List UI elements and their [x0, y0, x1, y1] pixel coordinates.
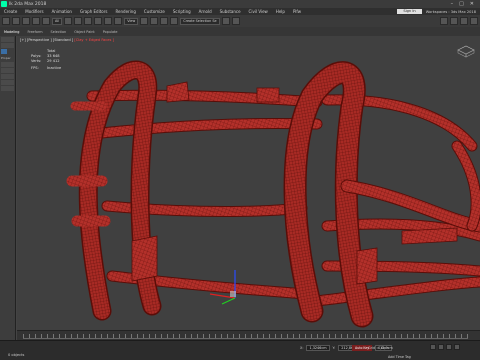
undo-icon[interactable] — [2, 17, 10, 25]
panel-label: Proper — [1, 56, 11, 60]
render-setup-icon[interactable] — [450, 17, 458, 25]
panel-list-row[interactable] — [1, 68, 14, 73]
bind-space-warp-icon[interactable] — [42, 17, 50, 25]
menu-item-rendering[interactable]: Rendering — [111, 9, 139, 14]
viewcube-icon[interactable] — [456, 44, 476, 58]
unlink-icon[interactable] — [32, 17, 40, 25]
region-select-icon[interactable] — [84, 17, 93, 25]
playback-controls — [430, 344, 460, 350]
selection-filter-dropdown[interactable]: All — [52, 17, 63, 25]
menu-item-customize[interactable]: Customize — [140, 9, 169, 14]
go-to-end-icon[interactable] — [454, 344, 460, 350]
align-icon[interactable] — [231, 17, 240, 25]
window-controls: – □ ✕ — [451, 1, 480, 7]
menu-item-create[interactable]: Create — [0, 9, 21, 14]
fps-value: Inactive — [47, 65, 62, 70]
perspective-viewport[interactable]: [+] [Perspective ] [Standard ] [Clay + E… — [17, 36, 480, 330]
viewport-statistics: Total Polys: 33 648 Verts: 29 412 FPS: Inac… — [31, 49, 61, 71]
verts-value: 29 412 — [47, 59, 60, 64]
link-icon[interactable] — [22, 17, 30, 25]
snap-icon[interactable] — [150, 17, 159, 25]
tab-selection[interactable]: Selection — [47, 30, 71, 34]
panel-active-item[interactable] — [1, 49, 7, 54]
fps-label: FPS: — [31, 65, 39, 70]
x-coord-field[interactable]: 1,3246cm — [306, 345, 330, 351]
workspaces-dropdown[interactable]: Workspaces : 3ds Max 2018 — [426, 10, 476, 14]
menu-item-pifw[interactable]: Pifw — [289, 9, 305, 14]
panel-tool-row[interactable] — [1, 43, 14, 48]
render-icon[interactable] — [470, 17, 478, 25]
minimize-icon[interactable]: – — [451, 1, 454, 7]
menu-item-animation[interactable]: Animation — [48, 9, 76, 14]
menu-item-substance[interactable]: Substance — [216, 9, 245, 14]
close-icon[interactable]: ✕ — [470, 1, 474, 7]
verts-label: Verts: — [31, 59, 42, 64]
next-frame-icon[interactable] — [446, 344, 452, 350]
redo-icon[interactable] — [12, 17, 20, 25]
timeline-ticks[interactable] — [23, 334, 468, 339]
main-toolbar: All View Create Selection Se — [0, 15, 480, 27]
viewport-label[interactable]: [+] [Perspective ] [Standard ] [Clay + E… — [20, 38, 114, 42]
render-frame-icon[interactable] — [460, 17, 468, 25]
viewport-label-text[interactable]: [+] [Perspective ] [Standard ] — [20, 38, 74, 42]
menu-item-arnold[interactable]: Arnold — [195, 9, 216, 14]
panel-tool-row[interactable] — [1, 37, 14, 42]
tab-modeling[interactable]: Modeling — [0, 30, 23, 34]
selection-set-dropdown[interactable]: Create Selection Se — [180, 17, 220, 25]
window-title: lk 2da Max 2018 — [9, 1, 47, 7]
panel-list-row[interactable] — [1, 80, 14, 85]
panel-list-row[interactable] — [1, 86, 14, 91]
menu-bar: Create Modifiers Animation Graph Editors… — [0, 8, 480, 15]
tab-populate[interactable]: Populate — [99, 30, 122, 34]
rotate-icon[interactable] — [104, 17, 113, 25]
grid-size-label: Grid = 10,0cm — [368, 346, 393, 350]
mirror-icon[interactable] — [221, 17, 230, 25]
angle-snap-icon[interactable] — [160, 17, 169, 25]
tab-freeform[interactable]: Freeform — [23, 30, 46, 34]
sign-in-button[interactable]: Sign In — [397, 9, 422, 14]
pivot-icon[interactable] — [140, 17, 149, 25]
menu-item-scripting[interactable]: Scripting — [169, 9, 195, 14]
selection-status: 0 objects — [8, 353, 25, 357]
panel-list-row[interactable] — [1, 62, 14, 67]
previous-frame-icon[interactable] — [430, 344, 436, 350]
tab-object-paint[interactable]: Object Paint — [70, 30, 99, 34]
grille-guard-model — [66, 60, 480, 328]
menu-item-modifiers[interactable]: Modifiers — [21, 9, 47, 14]
scale-icon[interactable] — [114, 17, 123, 25]
status-bar: 0 objects X: 1,3246cm Y: 212,8639cm Z: 0… — [0, 340, 480, 360]
select-object-icon[interactable] — [64, 17, 73, 25]
track-bar[interactable] — [17, 330, 480, 340]
menu-item-graph-editors[interactable]: Graph Editors — [76, 9, 111, 14]
y-coord-label: Y: — [332, 346, 336, 350]
move-icon[interactable] — [94, 17, 103, 25]
menu-item-civil-view[interactable]: Civil View — [245, 9, 272, 14]
app-logo-icon — [1, 1, 7, 7]
ribbon-tabs: Modeling Freeform Selection Object Paint… — [0, 27, 480, 36]
toolbar-right-group — [440, 17, 480, 25]
menu-right-group: Sign In Workspaces : 3ds Max 2018 — [397, 9, 480, 14]
menu-item-help[interactable]: Help — [272, 9, 289, 14]
scene-explorer-panel: Proper — [0, 36, 16, 340]
material-editor-icon[interactable] — [440, 17, 448, 25]
select-by-name-icon[interactable] — [74, 17, 83, 25]
x-coord-label: X: — [300, 346, 304, 350]
title-bar: lk 2da Max 2018 – □ ✕ — [0, 0, 480, 8]
play-icon[interactable] — [438, 344, 444, 350]
viewport-shading-label[interactable]: [Clay + Edged Faces ] — [74, 38, 114, 42]
maximize-icon[interactable]: □ — [459, 1, 464, 7]
add-time-tag-button[interactable]: Add Time Tag — [388, 355, 411, 359]
reference-coordinate-dropdown[interactable]: View — [124, 17, 139, 25]
percent-snap-icon[interactable] — [170, 17, 179, 25]
panel-list-row[interactable] — [1, 74, 14, 79]
